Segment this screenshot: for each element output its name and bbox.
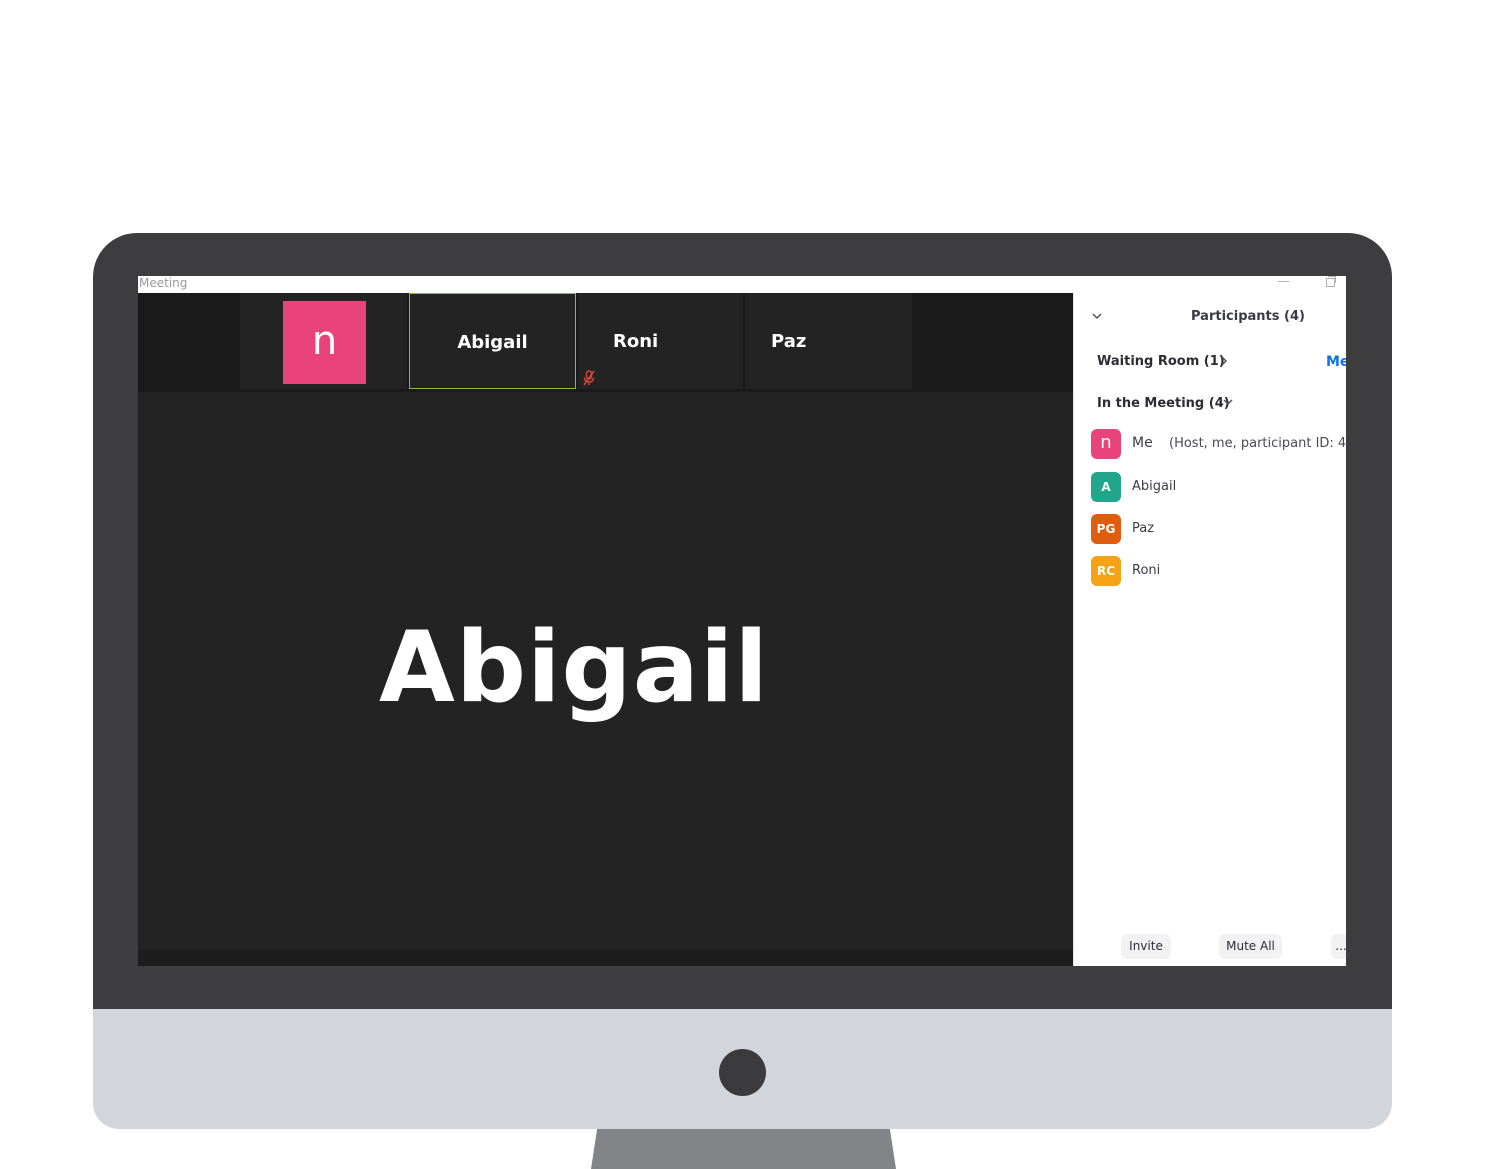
participant-row-me[interactable]: n Me (Host, me, participant ID: 4690 <box>1091 429 1346 459</box>
restore-icon[interactable] <box>1326 276 1336 287</box>
monitor-button <box>719 1049 766 1096</box>
video-area: n Abigail Roni Paz Abigail <box>138 293 1073 966</box>
participant-row-abigail[interactable]: A Abigail <box>1091 472 1346 502</box>
microphone-muted-icon <box>583 370 595 386</box>
participant-row-paz[interactable]: PG Paz <box>1091 514 1346 544</box>
tile-name: Roni <box>613 331 659 352</box>
avatar: n <box>283 301 366 384</box>
tile-name: Paz <box>771 331 807 352</box>
participant-row-roni[interactable]: RC Roni <box>1091 556 1346 586</box>
participant-name: Me <box>1132 435 1153 451</box>
title-bar: Meeting <box>138 276 1346 293</box>
video-tile-me[interactable]: n <box>240 293 407 389</box>
minimize-icon[interactable] <box>1278 281 1289 282</box>
participant-name: Roni <box>1132 563 1161 578</box>
panel-title: Participants (4) <box>1191 309 1305 324</box>
tile-name: Abigail <box>457 332 528 353</box>
gallery-strip: n Abigail Roni Paz <box>138 293 1073 392</box>
window-title: Meeting <box>139 276 188 290</box>
bottom-bar <box>138 950 1073 966</box>
more-options-button[interactable]: ... <box>1331 934 1346 959</box>
participants-panel: Participants (4) Waiting Room (1) Me In … <box>1073 293 1346 966</box>
in-meeting-toggle[interactable]: In the Meeting (4) <box>1097 396 1230 411</box>
monitor-stand <box>591 1129 896 1169</box>
waiting-room-toggle[interactable]: Waiting Room (1) <box>1097 354 1225 369</box>
participant-detail: (Host, me, participant ID: 4690 <box>1169 436 1346 451</box>
avatar: RC <box>1091 556 1121 586</box>
avatar: n <box>1091 429 1121 459</box>
avatar: PG <box>1091 514 1121 544</box>
video-tile-roni[interactable]: Roni <box>578 293 743 389</box>
participant-name: Paz <box>1132 521 1155 536</box>
chevron-right-icon[interactable] <box>1219 355 1229 367</box>
participant-name: Abigail <box>1132 479 1177 494</box>
mute-all-button[interactable]: Mute All <box>1219 934 1282 959</box>
chevron-down-icon[interactable] <box>1222 397 1234 407</box>
video-tile-paz[interactable]: Paz <box>745 293 912 389</box>
avatar: A <box>1091 472 1121 502</box>
more-link[interactable]: Me <box>1326 354 1346 370</box>
video-tile-abigail[interactable]: Abigail <box>409 293 576 389</box>
chevron-down-icon[interactable] <box>1091 310 1103 322</box>
active-speaker-name: Abigail <box>378 611 770 725</box>
invite-button[interactable]: Invite <box>1121 934 1171 959</box>
meeting-window: Meeting n Abigail Roni Paz Abigail Parti… <box>138 276 1346 966</box>
